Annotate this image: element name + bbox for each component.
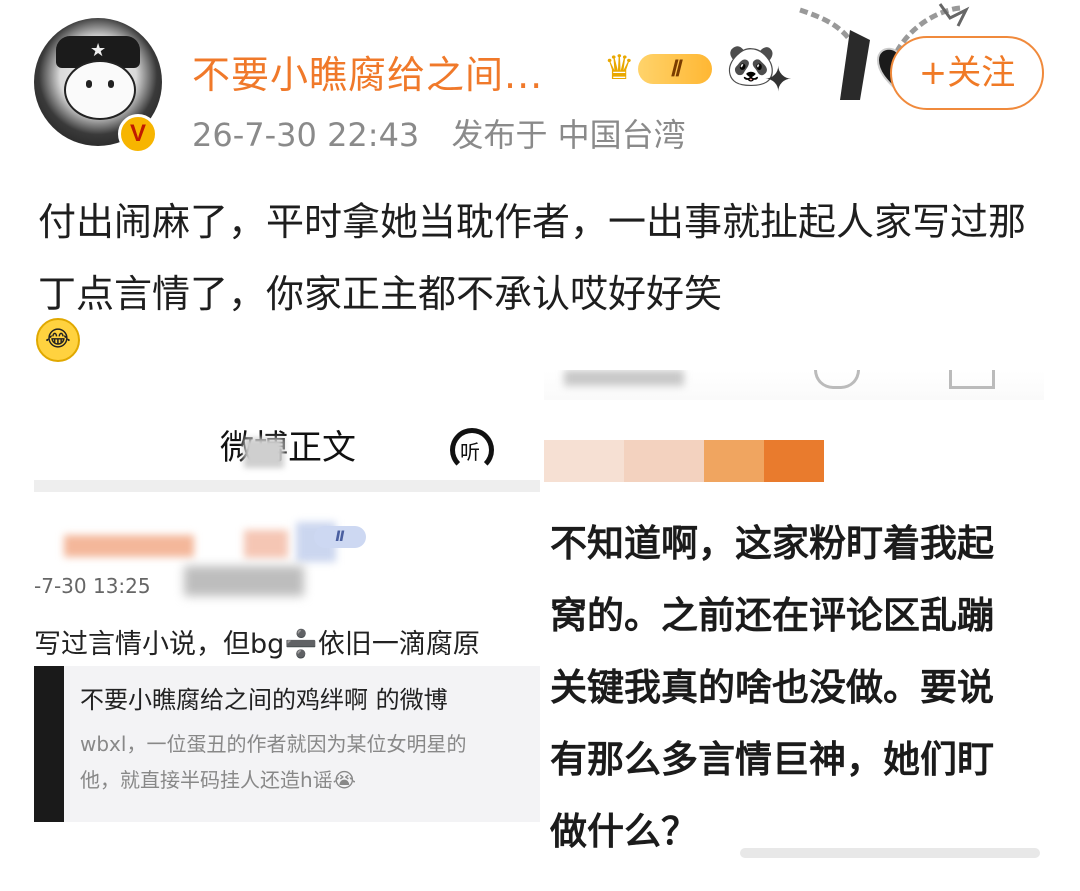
- follow-button[interactable]: +关注: [890, 36, 1044, 110]
- quoted-post-card: 不要小瞧腐给之间的鸡绊啊 的微博 wbxl，一位蛋丑的作者就因为某位女明星的 他…: [34, 666, 540, 822]
- screenshot-header: 微博正文 听: [34, 390, 540, 490]
- username[interactable]: 不要小瞧腐给之间...: [192, 44, 543, 99]
- divider: [34, 480, 540, 492]
- screenshot-text: 不知道啊，这家粉盯着我起 窝的。之前还在评论区乱蹦 关键我真的啥也没做。要说 有…: [550, 508, 1044, 860]
- post-text: 付出闹麻了，平时拿她当耽作者，一出事就扯起人家写过那丁点言情了，你家正主都不承认…: [38, 200, 1027, 316]
- headphone-icon: 听: [446, 428, 504, 472]
- blurred-name: [64, 535, 194, 557]
- quote-line: 他，就直接半码挂人还造h谣😭: [80, 768, 357, 792]
- screenshot-line: 写过言情小说，但bg➗依旧一滴腐原: [34, 629, 480, 660]
- vip-level-badge: Ⅱ: [314, 526, 366, 548]
- post-location: 发布于 中国台湾: [451, 116, 686, 154]
- text-line: 关键我真的啥也没做。要说: [550, 666, 994, 709]
- screenshot-time: -7-30 13:25: [34, 574, 151, 598]
- text-line: 窝的。之前还在评论区乱蹦: [550, 594, 994, 637]
- sparkle-icon: ✦: [764, 60, 793, 100]
- verified-badge-icon: V: [118, 114, 158, 154]
- screenshot-title: 微博正文: [220, 428, 356, 468]
- scrollbar[interactable]: [740, 848, 1040, 858]
- post-time: 26-7-30 22:43: [192, 116, 420, 154]
- mosaic-blur: [544, 440, 824, 482]
- laughing-emoji-icon: 😂: [36, 318, 80, 362]
- quote-title: 不要小瞧腐给之间的鸡绊啊 的微博: [80, 686, 448, 714]
- quote-line: wbxl，一位蛋丑的作者就因为某位女明星的: [80, 732, 467, 756]
- attached-image-left[interactable]: 微博正文 听 Ⅱ -7-30 13:25 写过言情小说，但bg➗依旧一滴腐原 不…: [34, 370, 540, 846]
- quote-thumbnail: [34, 666, 64, 822]
- cropped-toolbar: [544, 370, 1044, 400]
- text-line: 有那么多言情巨神，她们盯: [550, 738, 994, 781]
- vip-level: Ⅱ: [638, 54, 712, 84]
- text-line: 不知道啊，这家粉盯着我起: [550, 522, 994, 565]
- post-meta: 26-7-30 22:43 发布于 中国台湾: [192, 110, 708, 156]
- avatar-face: [64, 60, 136, 120]
- attached-image-right[interactable]: 不知道啊，这家粉盯着我起 窝的。之前还在评论区乱蹦 关键我真的啥也没做。要说 有…: [544, 370, 1044, 860]
- vip-badge[interactable]: ♛ Ⅱ: [604, 48, 716, 88]
